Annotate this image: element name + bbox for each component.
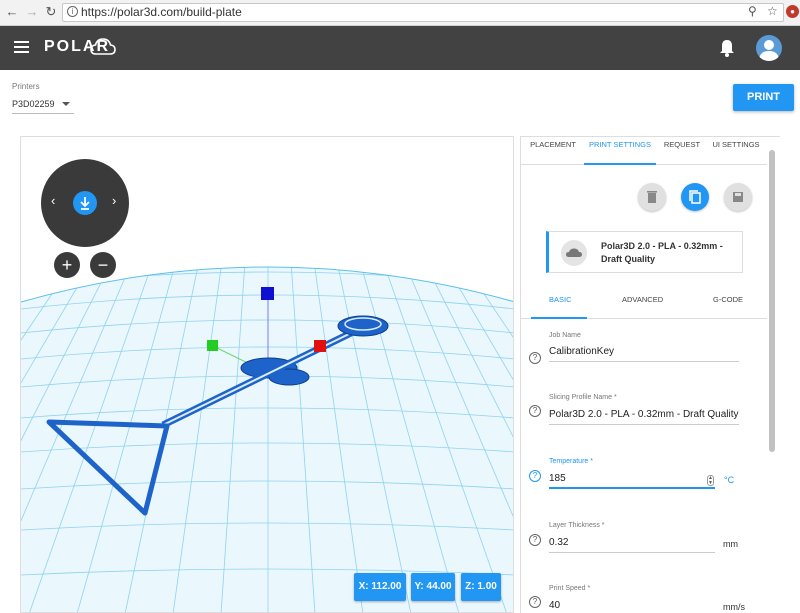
printer-selected-value: P3D02259 bbox=[12, 99, 55, 109]
profile-cloud-icon bbox=[561, 240, 587, 266]
chevron-down-icon bbox=[62, 102, 70, 106]
layer-thickness-field: Layer Thickness * ? 0.32 mm bbox=[521, 518, 767, 568]
save-icon bbox=[733, 192, 743, 202]
job-name-field: Job Name ? CalibrationKey bbox=[521, 327, 767, 377]
copy-profile-button[interactable] bbox=[681, 183, 709, 211]
printers-label: Printers bbox=[12, 82, 40, 91]
help-icon[interactable]: ? bbox=[529, 534, 541, 546]
temperature-label: Temperature * bbox=[549, 458, 593, 465]
slicing-profile-label: Slicing Profile Name * bbox=[549, 394, 617, 401]
help-icon[interactable]: ? bbox=[529, 596, 541, 608]
settings-subtabs: BASIC ADVANCED G-CODE bbox=[521, 285, 767, 319]
print-button[interactable]: PRINT bbox=[733, 84, 794, 111]
settings-panel: PLACEMENT PRINT SETTINGS REQUEST UI SETT… bbox=[520, 136, 780, 613]
temperature-stepper[interactable]: ▲ ▼ bbox=[707, 475, 714, 486]
download-arrow-icon bbox=[80, 197, 90, 210]
delete-profile-button[interactable] bbox=[638, 183, 666, 211]
star-icon[interactable]: ☆ bbox=[767, 4, 778, 18]
save-profile-button[interactable] bbox=[724, 183, 752, 211]
profile-card-text: Polar3D 2.0 - PLA - 0.32mm - Draft Quali… bbox=[601, 241, 723, 264]
temperature-unit: °C bbox=[724, 475, 735, 485]
app-header: POLAR bbox=[0, 26, 800, 70]
reload-icon[interactable]: ↻ bbox=[43, 4, 59, 20]
panel-scrollbar[interactable] bbox=[768, 148, 776, 613]
printer-select[interactable]: P3D02259 bbox=[12, 96, 74, 114]
panel-tabs: PLACEMENT PRINT SETTINGS REQUEST UI SETT… bbox=[521, 137, 767, 165]
x-axis-handle[interactable] bbox=[314, 340, 326, 352]
copy-icon bbox=[689, 190, 701, 204]
job-name-label: Job Name bbox=[549, 332, 581, 339]
zoom-in-button[interactable]: + bbox=[54, 252, 80, 278]
extension-icon[interactable]: ● bbox=[786, 5, 799, 18]
tab-print-settings[interactable]: PRINT SETTINGS bbox=[584, 137, 656, 165]
print-speed-field: Print Speed * ? 40 mm/s bbox=[521, 582, 767, 613]
temperature-field: Temperature * ? 185 ▲ ▼ °C bbox=[521, 454, 767, 504]
back-icon[interactable]: ← bbox=[4, 4, 20, 20]
cloud-logo-icon bbox=[90, 38, 116, 55]
help-icon[interactable]: ? bbox=[529, 405, 541, 417]
z-coordinate-field[interactable]: Z: 1.00 bbox=[461, 573, 501, 601]
x-coordinate-field[interactable]: X: 112.00 bbox=[354, 573, 406, 601]
chevron-left-icon[interactable]: ‹ bbox=[51, 193, 55, 208]
tab-request[interactable]: REQUEST bbox=[658, 137, 706, 165]
address-bar[interactable]: i https://polar3d.com/build-plate bbox=[62, 3, 784, 22]
subtab-basic[interactable]: BASIC bbox=[549, 295, 572, 304]
subtab-indicator bbox=[531, 317, 587, 319]
print-speed-unit: mm/s bbox=[723, 602, 745, 612]
y-axis-handle[interactable] bbox=[207, 340, 218, 351]
trash-icon bbox=[647, 191, 657, 203]
slicing-profile-field: Slicing Profile Name * ? Polar3D 2.0 - P… bbox=[521, 390, 767, 440]
user-avatar[interactable] bbox=[756, 35, 782, 61]
slicing-profile-input[interactable]: Polar3D 2.0 - PLA - 0.32mm - Draft Quali… bbox=[549, 407, 739, 425]
zoom-icon[interactable]: ⚲ bbox=[748, 4, 757, 18]
person-icon bbox=[759, 40, 779, 61]
tab-placement[interactable]: PLACEMENT bbox=[523, 137, 583, 165]
forward-icon[interactable]: → bbox=[24, 4, 40, 20]
chevron-right-icon[interactable]: › bbox=[112, 193, 116, 208]
url-text: https://polar3d.com/build-plate bbox=[81, 5, 242, 19]
build-plate-viewport[interactable]: ‹ › + − X: 112.00 Y: 44.00 Z: 1.00 bbox=[20, 136, 514, 613]
z-axis-handle[interactable] bbox=[261, 287, 274, 300]
home-view-button[interactable] bbox=[73, 191, 97, 215]
notification-bell-icon[interactable] bbox=[718, 38, 736, 58]
zoom-out-button[interactable]: − bbox=[90, 252, 116, 278]
subtab-g-code[interactable]: G-CODE bbox=[713, 295, 743, 304]
job-name-input[interactable]: CalibrationKey bbox=[549, 344, 739, 362]
tab-ui-settings[interactable]: UI SETTINGS bbox=[708, 137, 764, 165]
browser-toolbar: ← → ↻ i https://polar3d.com/build-plate … bbox=[0, 0, 800, 26]
info-icon[interactable]: i bbox=[67, 6, 78, 17]
help-icon[interactable]: ? bbox=[529, 470, 541, 482]
y-coordinate-field[interactable]: Y: 44.00 bbox=[411, 573, 455, 601]
print-speed-input[interactable]: 40 bbox=[549, 598, 715, 613]
print-speed-label: Print Speed * bbox=[549, 585, 591, 592]
hamburger-menu-icon[interactable] bbox=[14, 41, 29, 53]
help-icon[interactable]: ? bbox=[529, 352, 541, 364]
subtab-advanced[interactable]: ADVANCED bbox=[622, 295, 663, 304]
temperature-input[interactable]: 185 bbox=[549, 471, 715, 489]
layer-thickness-input[interactable]: 0.32 bbox=[549, 535, 715, 553]
scrollbar-thumb[interactable] bbox=[769, 150, 775, 452]
camera-nav-control[interactable]: ‹ › bbox=[41, 159, 129, 247]
layer-thickness-unit: mm bbox=[723, 539, 738, 549]
layer-thickness-label: Layer Thickness * bbox=[549, 522, 605, 529]
slicing-profile-card[interactable]: Polar3D 2.0 - PLA - 0.32mm - Draft Quali… bbox=[546, 231, 743, 273]
